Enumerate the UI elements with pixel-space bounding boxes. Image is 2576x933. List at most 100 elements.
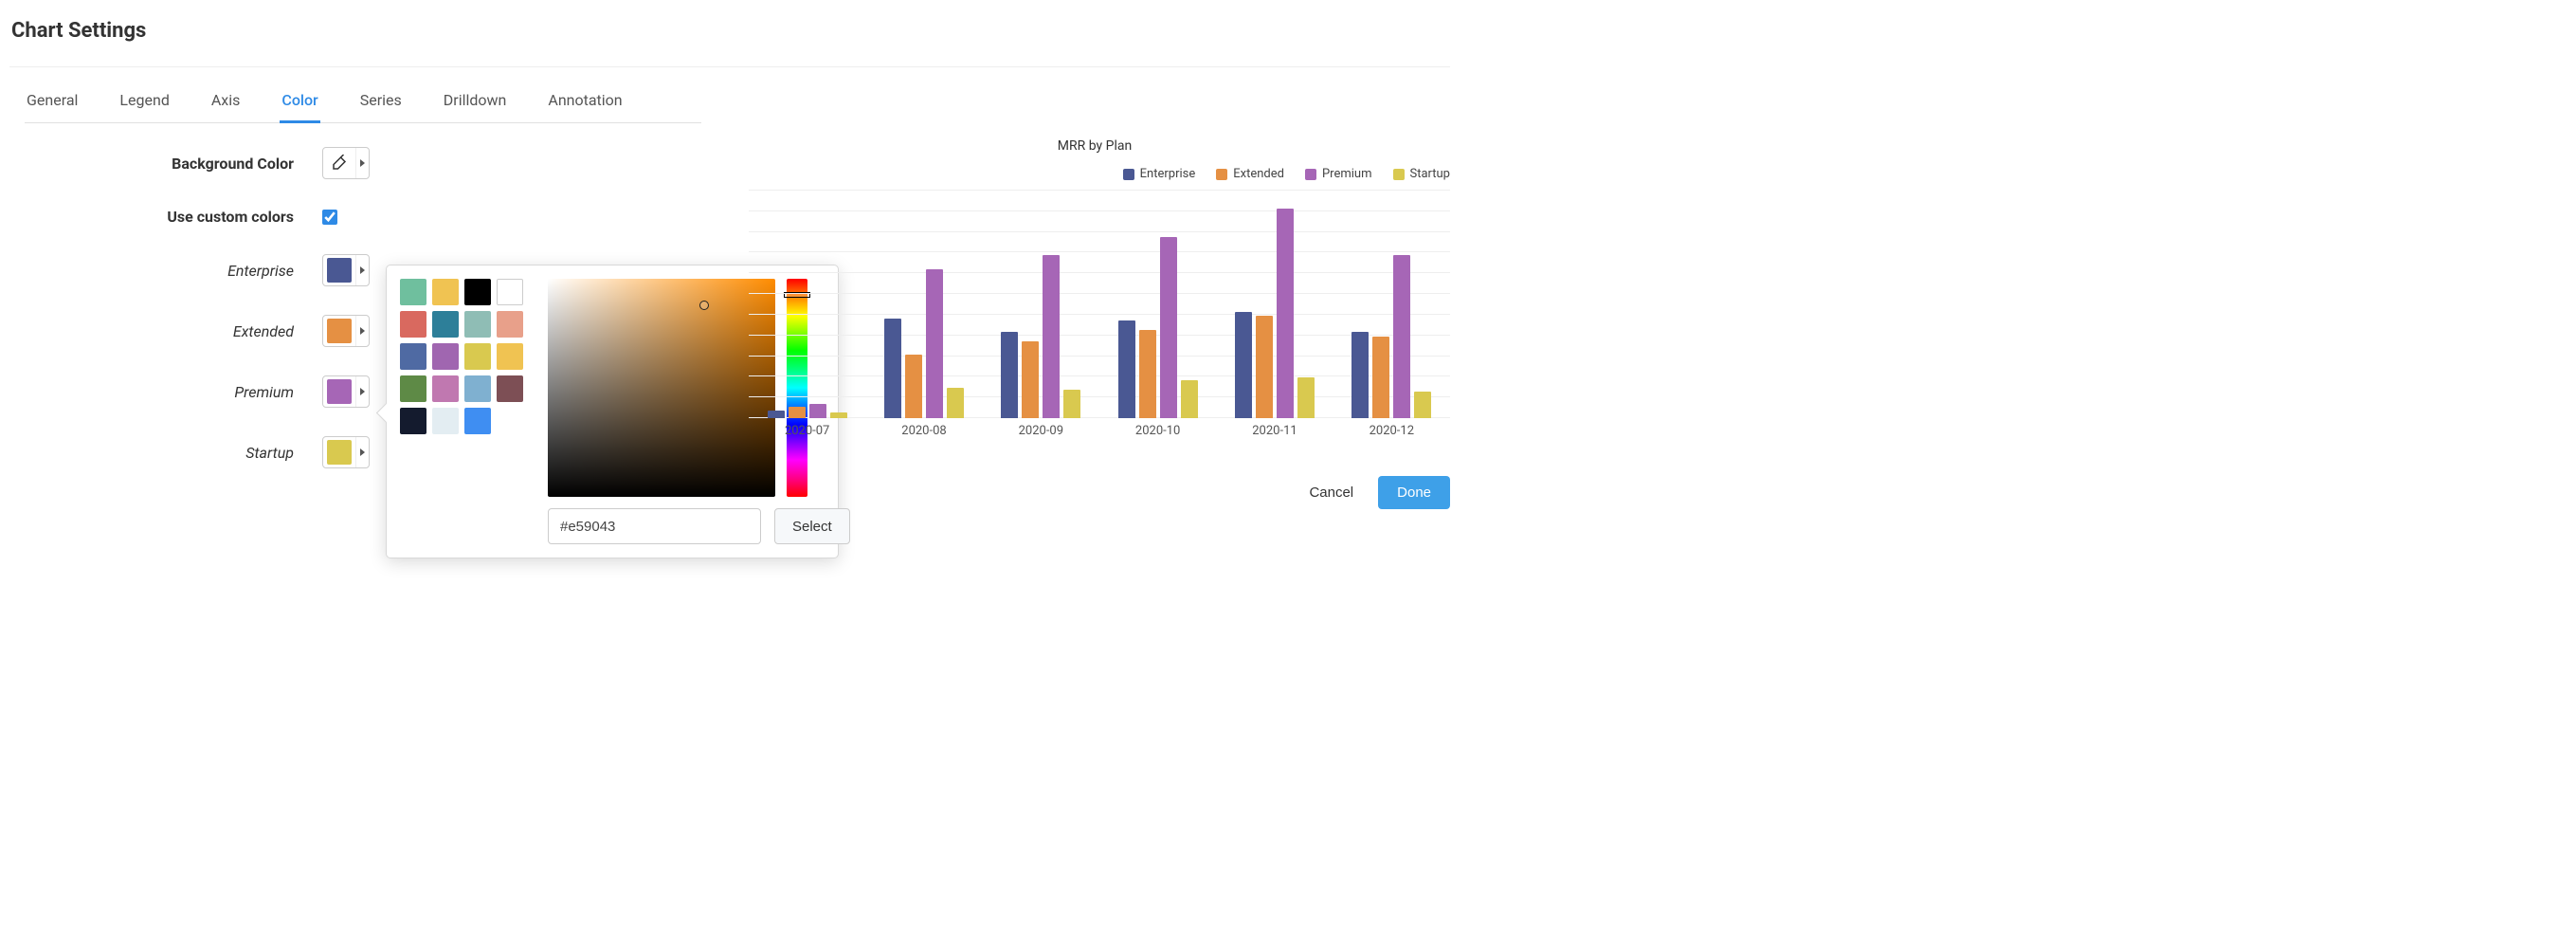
palette-swatch[interactable] — [464, 311, 491, 338]
bar[interactable] — [926, 269, 943, 418]
palette-swatch[interactable] — [400, 279, 426, 305]
tab-legend[interactable]: Legend — [118, 86, 171, 123]
legend-swatch — [1305, 169, 1316, 180]
bar[interactable] — [1181, 380, 1198, 418]
done-button[interactable]: Done — [1378, 476, 1450, 509]
palette-swatch[interactable] — [400, 343, 426, 370]
bar-group — [1099, 191, 1216, 418]
legend-item-extended[interactable]: Extended — [1216, 167, 1284, 181]
legend-item-startup[interactable]: Startup — [1393, 167, 1451, 181]
bar[interactable] — [1022, 341, 1039, 418]
bar[interactable] — [1118, 320, 1135, 418]
select-color-button[interactable]: Select — [774, 508, 850, 544]
color-palette — [400, 279, 533, 544]
bar[interactable] — [1414, 392, 1431, 418]
tab-general[interactable]: General — [25, 86, 80, 123]
background-color-label: Background Color — [9, 155, 294, 173]
bar[interactable] — [1393, 255, 1410, 418]
legend-label: Startup — [1410, 167, 1451, 181]
bar[interactable] — [1139, 330, 1156, 418]
bar[interactable] — [1256, 316, 1273, 418]
cancel-button[interactable]: Cancel — [1309, 485, 1353, 501]
palette-swatch[interactable] — [497, 279, 523, 305]
chart-title: MRR by Plan — [739, 138, 1450, 154]
bar[interactable] — [1235, 312, 1252, 418]
bar[interactable] — [1001, 332, 1018, 418]
bar-group — [1216, 191, 1333, 418]
palette-swatch[interactable] — [400, 408, 426, 434]
series-color-button-extended[interactable] — [322, 315, 370, 347]
bar[interactable] — [1043, 255, 1060, 418]
hex-input[interactable] — [548, 508, 761, 544]
palette-swatch[interactable] — [432, 408, 459, 434]
use-custom-colors-label: Use custom colors — [9, 208, 294, 226]
palette-swatch[interactable] — [464, 343, 491, 370]
bar[interactable] — [809, 404, 826, 418]
legend-swatch — [1393, 169, 1405, 180]
bar[interactable] — [947, 388, 964, 418]
color-swatch — [327, 379, 352, 404]
use-custom-colors-checkbox[interactable] — [322, 210, 337, 225]
bar[interactable] — [884, 319, 901, 418]
x-axis-label: 2020-11 — [1216, 424, 1333, 438]
legend-label: Enterprise — [1140, 167, 1196, 181]
bar-group — [983, 191, 1099, 418]
tab-color[interactable]: Color — [280, 86, 319, 123]
bar[interactable] — [1297, 377, 1315, 418]
chart-legend: Enterprise Extended Premium Startup — [739, 167, 1450, 181]
palette-swatch[interactable] — [432, 343, 459, 370]
series-color-button-premium[interactable] — [322, 375, 370, 408]
bar[interactable] — [768, 411, 785, 418]
x-axis-label: 2020-12 — [1333, 424, 1450, 438]
bar[interactable] — [1351, 332, 1369, 418]
color-swatch — [327, 258, 352, 283]
caret-right-icon — [360, 327, 365, 335]
series-color-button-startup[interactable] — [322, 436, 370, 468]
caret-right-icon — [360, 388, 365, 395]
bar[interactable] — [1372, 337, 1389, 418]
chart-plot-area — [749, 191, 1450, 418]
legend-swatch — [1123, 169, 1134, 180]
palette-swatch[interactable] — [464, 375, 491, 402]
palette-swatch[interactable] — [432, 311, 459, 338]
color-swatch — [327, 319, 352, 343]
series-label-startup: Startup — [9, 444, 294, 462]
caret-right-icon — [360, 266, 365, 274]
color-swatch — [327, 440, 352, 465]
bar[interactable] — [905, 355, 922, 418]
legend-label: Premium — [1322, 167, 1372, 181]
palette-swatch[interactable] — [400, 311, 426, 338]
divider — [9, 66, 1450, 67]
palette-swatch[interactable] — [432, 375, 459, 402]
bar[interactable] — [1277, 209, 1294, 418]
series-label-enterprise: Enterprise — [9, 262, 294, 280]
bar[interactable] — [789, 407, 806, 418]
tab-drilldown[interactable]: Drilldown — [442, 86, 509, 123]
background-color-button[interactable] — [322, 147, 370, 179]
bar[interactable] — [1160, 237, 1177, 418]
series-label-extended: Extended — [9, 322, 294, 340]
legend-item-premium[interactable]: Premium — [1305, 167, 1372, 181]
palette-swatch[interactable] — [497, 343, 523, 370]
tab-axis[interactable]: Axis — [209, 86, 243, 123]
bar[interactable] — [830, 412, 847, 418]
palette-swatch[interactable] — [497, 375, 523, 402]
paintbrush-icon — [327, 151, 352, 175]
sv-cursor[interactable] — [699, 301, 709, 310]
chart-preview: MRR by Plan Enterprise Extended Premium Sta… — [739, 138, 1450, 438]
palette-swatch[interactable] — [464, 408, 491, 434]
bar-group — [1333, 191, 1450, 418]
tabs: General Legend Axis Color Series Drilldown Ann… — [25, 86, 701, 123]
x-axis-label: 2020-09 — [983, 424, 1099, 438]
bar[interactable] — [1063, 390, 1080, 418]
series-color-button-enterprise[interactable] — [322, 254, 370, 286]
legend-item-enterprise[interactable]: Enterprise — [1123, 167, 1196, 181]
x-axis-label: 2020-07 — [749, 424, 865, 438]
palette-swatch[interactable] — [400, 375, 426, 402]
caret-right-icon — [360, 159, 365, 167]
palette-swatch[interactable] — [432, 279, 459, 305]
palette-swatch[interactable] — [464, 279, 491, 305]
tab-annotation[interactable]: Annotation — [546, 86, 624, 123]
tab-series[interactable]: Series — [358, 86, 404, 123]
palette-swatch[interactable] — [497, 311, 523, 338]
